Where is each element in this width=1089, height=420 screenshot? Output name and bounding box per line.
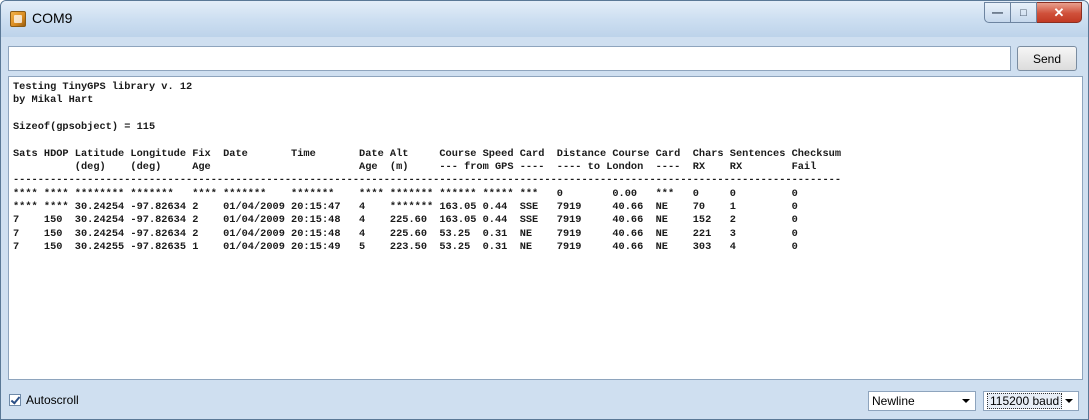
console-line: (deg) (deg) Age Age (m) --- from GPS ---… xyxy=(74,161,817,174)
arduino-app-icon xyxy=(10,11,26,27)
maximize-button[interactable]: □ xyxy=(1011,2,1037,23)
close-button[interactable]: ✕ xyxy=(1037,2,1082,23)
console-line: Testing TinyGPS library v. 12 xyxy=(13,81,193,93)
autoscroll-label: Autoscroll xyxy=(26,393,79,407)
send-button[interactable]: Send xyxy=(1017,46,1077,71)
window-controls: — □ ✕ xyxy=(984,2,1082,23)
chevron-down-icon xyxy=(962,399,970,403)
window-title: COM9 xyxy=(32,10,73,26)
console-line: 7 150 30.24254 -97.82634 2 01/04/2009 20… xyxy=(13,227,798,240)
title-bar[interactable]: COM9 — □ ✕ xyxy=(1,1,1088,37)
console-line: by Mikal Hart xyxy=(13,94,94,107)
console-line: ----------------------------------------… xyxy=(13,174,842,187)
bottom-toolbar: Autoscroll Newline 115200 baud xyxy=(1,383,1088,419)
autoscroll-checkbox[interactable] xyxy=(9,394,21,406)
chevron-down-icon xyxy=(1065,399,1073,403)
console-line: 7 150 30.24255 -97.82635 1 01/04/2009 20… xyxy=(13,241,798,254)
baud-rate-select[interactable]: 115200 baud xyxy=(983,391,1079,411)
line-ending-value: Newline xyxy=(872,394,915,408)
minimize-icon: — xyxy=(992,6,1003,19)
console-line: **** **** 30.24254 -97.82634 2 01/04/200… xyxy=(13,201,798,214)
maximize-icon: □ xyxy=(1020,6,1027,19)
serial-input[interactable] xyxy=(9,47,1010,70)
serial-output-console[interactable]: Testing TinyGPS library v. 12 by Mikal H… xyxy=(8,76,1083,380)
close-icon: ✕ xyxy=(1053,4,1065,20)
console-line: Sats HDOP Latitude Longitude Fix Date Ti… xyxy=(13,147,842,160)
serial-monitor-window: COM9 — □ ✕ Send Testing TinyGPS library … xyxy=(0,0,1089,420)
line-ending-select[interactable]: Newline xyxy=(868,391,976,411)
minimize-button[interactable]: — xyxy=(984,2,1011,23)
autoscroll-control[interactable]: Autoscroll xyxy=(9,393,79,407)
console-line: Sizeof(gpsobject) = 115 xyxy=(13,121,156,134)
serial-input-container xyxy=(8,46,1011,71)
console-line: 7 150 30.24254 -97.82634 2 01/04/2009 20… xyxy=(13,214,798,227)
console-line: **** **** ******** ******* **** ******* … xyxy=(13,187,798,200)
serial-output-text: Testing TinyGPS library v. 12 by Mikal H… xyxy=(9,77,1082,254)
baud-rate-value: 115200 baud xyxy=(987,393,1063,409)
